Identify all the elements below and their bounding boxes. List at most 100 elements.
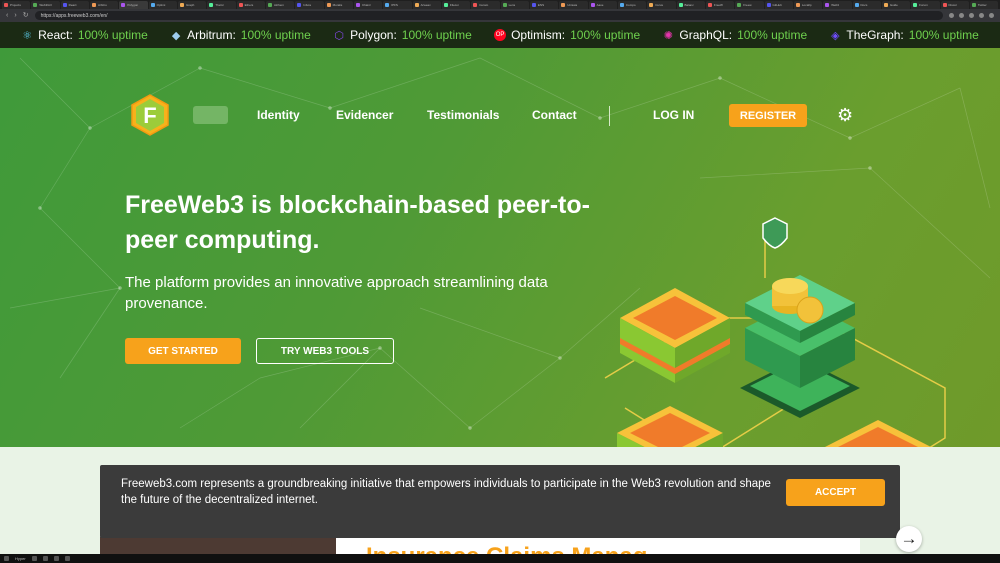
tab-favicon-icon (179, 3, 184, 7)
taskbar-app-icon[interactable] (42, 556, 48, 561)
testimonial-photo (100, 537, 336, 554)
tab-favicon-icon (707, 3, 712, 7)
ticker-name: GraphQL: (679, 28, 733, 42)
browser-tab[interactable]: Curve (647, 1, 676, 9)
browser-tab[interactable]: Ethers (236, 1, 265, 9)
extension-icons (949, 13, 994, 18)
browser-tab[interactable]: Aave (588, 1, 617, 9)
tab-title: Lens (508, 3, 516, 7)
nav-item-evidencer[interactable]: Evidencer (336, 108, 393, 122)
tab-title: Web3 (831, 3, 839, 7)
browser-tab[interactable]: TheGr (207, 1, 236, 9)
logo-letter: F (143, 103, 156, 128)
browser-tab[interactable]: Lens (500, 1, 529, 9)
settings-gear-icon[interactable]: ⚙ (837, 106, 855, 124)
tab-title: Balanc (684, 3, 694, 7)
server-stack (740, 275, 860, 418)
tab-favicon-icon (678, 3, 683, 7)
browser-tab[interactable]: Discor (940, 1, 969, 9)
nav-item-identity[interactable]: Identity (257, 108, 300, 122)
ticker-item: ⬡ Polygon: 100% uptime (333, 28, 472, 42)
browser-tab[interactable]: Docs (852, 1, 881, 9)
tab-favicon-icon (267, 3, 272, 7)
get-started-button[interactable]: GET STARTED (125, 338, 241, 364)
browser-tab[interactable]: Projects (2, 1, 31, 9)
browser-tab[interactable]: Twitter (969, 1, 999, 9)
browser-tab[interactable]: Graph (177, 1, 207, 9)
browser-tab[interactable]: Freew (735, 1, 764, 9)
taskbar-app-icon[interactable] (53, 556, 59, 561)
forward-icon[interactable]: › (14, 12, 16, 19)
taskbar-app-icon[interactable] (31, 556, 37, 561)
tab-favicon-icon (326, 3, 331, 7)
browser-tab[interactable]: Web3 (823, 1, 852, 9)
browser-tab[interactable]: Balanc (676, 1, 705, 9)
browser-tab[interactable]: Optimi (148, 1, 177, 9)
tab-favicon-icon (531, 3, 536, 7)
tab-favicon-icon (121, 3, 126, 7)
tab-favicon-icon (561, 3, 566, 7)
tab-favicon-icon (414, 3, 419, 7)
nav-item-contact[interactable]: Contact (532, 108, 577, 122)
browser-tab[interactable]: Uniswa (559, 1, 588, 9)
ticker-name: Arbitrum: (187, 28, 236, 42)
browser-tab[interactable]: IPFS (383, 1, 412, 9)
login-link[interactable]: LOG IN (653, 108, 694, 122)
browser-tab[interactable]: Arweav (412, 1, 441, 9)
tab-title: Graph (185, 3, 195, 7)
browser-tab[interactable]: Moralis (324, 1, 353, 9)
browser-tab[interactable]: Filecoi (441, 1, 471, 9)
extension-icon[interactable] (969, 13, 974, 18)
ticker-name: Polygon: (350, 28, 397, 42)
browser-tab[interactable]: Chainl (353, 1, 383, 9)
freeweb3-logo[interactable]: F (131, 94, 169, 136)
browser-tab[interactable]: GitHub (764, 1, 793, 9)
accept-cookies-button[interactable]: ACCEPT (786, 479, 885, 506)
browser-tab[interactable]: ENS (529, 1, 559, 9)
tab-favicon-icon (971, 3, 976, 7)
tab-favicon-icon (825, 3, 830, 7)
tab-title: Optimi (156, 3, 166, 7)
tab-favicon-icon (883, 3, 888, 7)
browser-tab[interactable]: Infura (295, 1, 324, 9)
register-button[interactable]: REGISTER (729, 104, 807, 127)
tab-favicon-icon (942, 3, 947, 7)
browser-tab[interactable]: Alchem (265, 1, 295, 9)
nav-home-pill[interactable] (193, 106, 228, 124)
tab-favicon-icon (150, 3, 155, 7)
profile-icon[interactable] (979, 13, 984, 18)
next-arrow-icon[interactable]: → (896, 526, 922, 552)
browser-tab[interactable]: Guide (881, 1, 911, 9)
tab-title: Web3GO (39, 3, 52, 7)
extension-icon[interactable] (959, 13, 964, 18)
browser-tab[interactable]: Compo (617, 1, 647, 9)
browser-tab[interactable]: LocalIp (793, 1, 823, 9)
tab-favicon-icon (766, 3, 771, 7)
taskbar-start-label[interactable]: Hyper (15, 556, 26, 561)
browser-tab[interactable]: React (60, 1, 89, 9)
back-icon[interactable]: ‹ (6, 12, 8, 19)
ticker-item: ✺ GraphQL: 100% uptime (662, 28, 807, 42)
taskbar-app-icon[interactable] (64, 556, 70, 561)
browser-tab[interactable]: Polygon (119, 1, 148, 9)
ticker-status: 100% uptime (908, 28, 979, 42)
tab-favicon-icon (502, 3, 507, 7)
start-icon[interactable] (4, 556, 9, 561)
tab-title: Docs (860, 3, 868, 7)
ticker-name: React: (38, 28, 73, 42)
browser-tab[interactable]: Forum (911, 1, 940, 9)
address-bar[interactable]: https://apps.freeweb3.com/en/ (34, 11, 943, 20)
browser-tab[interactable]: Ceram (471, 1, 500, 9)
tab-favicon-icon (443, 3, 448, 7)
browser-tab[interactable]: Web3GO (31, 1, 60, 9)
reload-icon[interactable]: ↻ (23, 12, 29, 19)
try-web3-tools-button[interactable]: TRY WEB3 TOOLS (256, 338, 394, 364)
nav-item-testimonials[interactable]: Testimonials (427, 108, 499, 122)
browser-tab[interactable]: FreeW (705, 1, 735, 9)
browser-tab[interactable]: Arbitru (89, 1, 119, 9)
extension-icon[interactable] (949, 13, 954, 18)
tab-favicon-icon (238, 3, 243, 7)
ticker-status: 100% uptime (240, 28, 311, 42)
blockchain-isometric-illustration (604, 217, 946, 447)
menu-icon[interactable] (989, 13, 994, 18)
